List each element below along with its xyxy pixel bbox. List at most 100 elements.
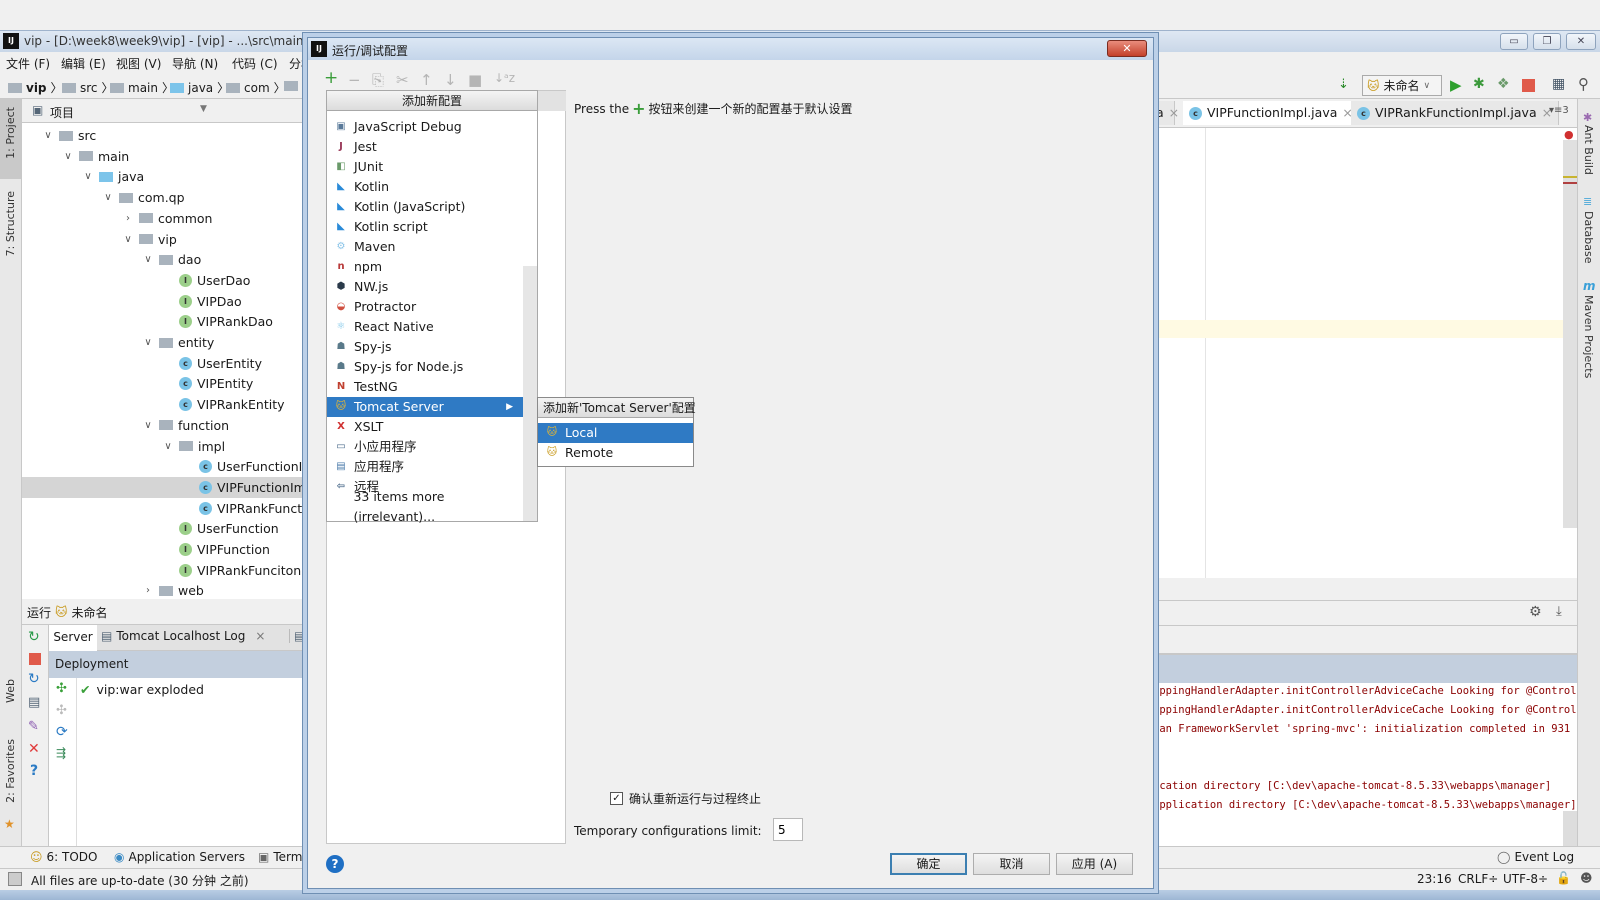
update-icon[interactable]: ↻: [28, 671, 40, 687]
tree-node[interactable]: ∨ vip: [122, 229, 176, 250]
application-servers-tool-button[interactable]: ◉ Application Servers: [114, 850, 245, 864]
console-output[interactable]: appingHandlerAdapter.initControllerAdvic…: [1153, 683, 1577, 846]
chevron-down-icon[interactable]: ∨: [142, 332, 154, 353]
tree-node[interactable]: I UserFunction: [162, 518, 279, 539]
pin-icon[interactable]: ✎: [28, 719, 39, 734]
chevron-down-icon[interactable]: ∨: [142, 249, 154, 270]
caret-position[interactable]: 23:16: [1417, 872, 1452, 886]
config-type-item[interactable]: ◧ JUnit: [327, 157, 523, 177]
tree-node[interactable]: ∨ impl: [162, 436, 225, 457]
breadcrumb-java[interactable]: java 〉: [170, 79, 229, 96]
database-tool-button[interactable]: Database: [1582, 211, 1595, 264]
tree-node[interactable]: I VIPRankDao: [162, 311, 273, 332]
maven-projects-tool-button[interactable]: Maven Projects: [1582, 295, 1595, 378]
config-type-item[interactable]: ⚛ React Native: [327, 317, 523, 337]
config-type-item[interactable]: ⚙ Maven: [327, 237, 523, 257]
console-scrollbar[interactable]: [1563, 811, 1577, 846]
minimize-button[interactable]: ▭: [1500, 33, 1528, 50]
inspector-icon[interactable]: ☻: [1580, 871, 1593, 885]
web-tool-button[interactable]: Web: [4, 679, 17, 703]
todo-tool-button[interactable]: ☺ 6: TODO: [30, 850, 97, 864]
tree-node[interactable]: c VIPEntity: [162, 373, 253, 394]
tab-tomcat-localhost-log[interactable]: ▤ Tomcat Localhost Log ×: [101, 629, 265, 643]
tab-server[interactable]: Server: [49, 625, 97, 651]
debug-icon[interactable]: ✱: [1473, 76, 1485, 92]
chevron-down-icon[interactable]: ∨: [162, 436, 174, 457]
deployment-item[interactable]: ✔ vip:war exploded: [80, 682, 204, 697]
menu-edit[interactable]: 编辑 (E): [61, 55, 106, 72]
menu-code[interactable]: 代码 (C): [232, 55, 278, 72]
tree-node[interactable]: ∨ com.qp: [102, 187, 184, 208]
editor-tab-vipfunctionimpl[interactable]: c VIPFunctionImpl.java ×: [1183, 101, 1360, 125]
popup-scrollbar[interactable]: [523, 266, 537, 521]
tree-node[interactable]: c UserFunctionIr: [182, 456, 308, 477]
chevron-down-icon[interactable]: ∨: [42, 125, 54, 146]
config-type-item[interactable]: ⬢ NW.js: [327, 277, 523, 297]
chevron-down-icon[interactable]: ∨: [102, 187, 114, 208]
dialog-close-button[interactable]: ✕: [1107, 40, 1147, 57]
config-type-item[interactable]: ◣ Kotlin script: [327, 217, 523, 237]
stop-icon[interactable]: [1522, 79, 1535, 92]
config-type-item[interactable]: n npm: [327, 257, 523, 277]
submenu-item-local[interactable]: 🐱 Local: [538, 423, 693, 443]
code-editor[interactable]: ●: [1153, 128, 1577, 578]
config-type-item[interactable]: ▤ 应用程序: [327, 457, 523, 477]
error-indicator-icon[interactable]: ●: [1564, 128, 1574, 141]
tree-node[interactable]: › web: [142, 580, 204, 599]
breadcrumb-com[interactable]: com 〉: [226, 79, 286, 96]
deploy-icon[interactable]: ✣: [56, 681, 67, 696]
project-tool-button[interactable]: 1: Project: [0, 99, 21, 179]
tab-overflow-button[interactable]: ▾≡3: [1549, 105, 1569, 116]
breadcrumb-vip[interactable]: vip 〉: [8, 79, 63, 96]
chevron-down-icon[interactable]: ∨: [142, 415, 154, 436]
tree-node[interactable]: I VIPDao: [162, 291, 242, 312]
config-type-item[interactable]: N TestNG: [327, 377, 523, 397]
editor-scrollbar[interactable]: [1563, 140, 1577, 528]
checkbox-checked-icon[interactable]: ✓: [610, 792, 623, 805]
config-type-item[interactable]: ▭ 小应用程序: [327, 437, 523, 457]
config-type-item[interactable]: ☗ Spy-js: [327, 337, 523, 357]
help-icon[interactable]: ?: [30, 763, 38, 779]
project-view-selector[interactable]: 项目: [50, 104, 74, 121]
chevron-down-icon[interactable]: ∨: [82, 166, 94, 187]
config-type-item[interactable]: ◒ Protractor: [327, 297, 523, 317]
editor-tab-viprankfunctionimpl[interactable]: c VIPRankFunctionImpl.java ×: [1351, 101, 1560, 125]
tree-node[interactable]: ∨ dao: [142, 249, 201, 270]
temp-limit-input[interactable]: [773, 818, 803, 841]
tree-node[interactable]: ∨ src: [42, 125, 96, 146]
config-type-item[interactable]: J Jest: [327, 137, 523, 157]
submenu-item-remote[interactable]: 🐱 Remote: [538, 443, 693, 463]
menu-view[interactable]: 视图 (V): [116, 55, 161, 72]
config-type-item[interactable]: ▣ JavaScript Debug: [327, 117, 523, 137]
rerun-icon[interactable]: ↻: [28, 629, 40, 645]
structure-tool-button[interactable]: 7: Structure: [4, 191, 17, 256]
add-config-button[interactable]: +: [324, 68, 338, 88]
editor-tab-partial[interactable]: a ×: [1153, 101, 1179, 125]
config-type-item[interactable]: 33 items more (irrelevant)...: [327, 489, 523, 524]
chevron-right-icon[interactable]: ›: [122, 208, 134, 229]
make-project-icon[interactable]: ⇣: [1338, 77, 1349, 92]
tree-node[interactable]: ∨ main: [62, 146, 129, 167]
config-type-item[interactable]: ☗ Spy-js for Node.js: [327, 357, 523, 377]
encoding-selector[interactable]: UTF-8÷: [1503, 872, 1548, 886]
close-tab-icon[interactable]: ×: [1169, 101, 1179, 125]
help-icon[interactable]: ?: [326, 855, 344, 873]
search-icon[interactable]: ⚲: [1578, 75, 1589, 93]
chevron-down-icon[interactable]: ∨: [122, 229, 134, 250]
tree-node[interactable]: c VIPRankEntity: [162, 394, 285, 415]
ant-build-tool-button[interactable]: Ant Build: [1582, 125, 1595, 175]
config-type-item[interactable]: ◣ Kotlin (JavaScript): [327, 197, 523, 217]
ok-button[interactable]: 确定: [890, 853, 967, 875]
menu-navigate[interactable]: 导航 (N): [172, 55, 218, 72]
dropdown-arrow-icon[interactable]: ▼: [200, 104, 207, 114]
config-type-item[interactable]: 🐱 Tomcat Server ▶: [327, 397, 523, 417]
confirm-rerun-checkbox[interactable]: ✓ 确认重新运行与过程终止: [610, 790, 761, 807]
deploy-all-icon[interactable]: ⇶: [56, 746, 66, 760]
favorites-tool-button[interactable]: 2: Favorites: [4, 739, 17, 803]
cancel-button[interactable]: 取消: [973, 853, 1050, 875]
breadcrumb-q[interactable]: q: [284, 79, 310, 93]
event-log-tool-button[interactable]: ◯ Event Log: [1497, 850, 1574, 864]
tree-node[interactable]: ∨ entity: [142, 332, 214, 353]
toggle-tool-windows-icon[interactable]: [8, 872, 22, 886]
close-icon[interactable]: ✕: [28, 741, 40, 757]
